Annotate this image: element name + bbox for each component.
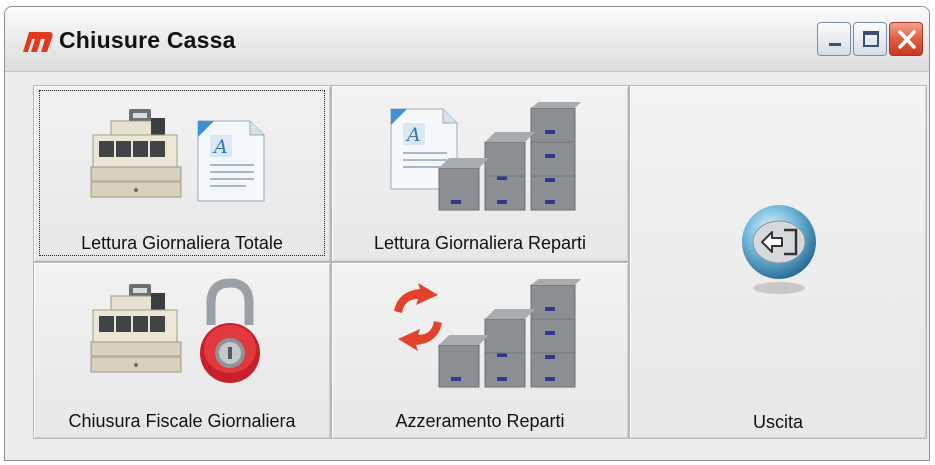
lettura-giornaliera-totale-button[interactable]: A Lettura Giornaliera Totale xyxy=(33,85,331,262)
maximize-icon xyxy=(863,31,879,47)
minimize-button[interactable] xyxy=(817,22,851,56)
chiusura-fiscale-giornaliera-button[interactable]: Chiusura Fiscale Giornaliera xyxy=(33,262,331,439)
maximize-button[interactable] xyxy=(853,22,887,56)
svg-text:A: A xyxy=(405,124,421,146)
minimize-icon xyxy=(829,43,841,46)
window-title: Chiusure Cassa xyxy=(59,27,236,53)
padlock-icon xyxy=(200,278,260,383)
button-label: Azzeramento Reparti xyxy=(395,411,565,431)
lettura-giornaliera-reparti-button[interactable]: A Lettura Giornaliera Reparti xyxy=(331,85,629,262)
uscita-button[interactable]: Uscita xyxy=(629,85,927,439)
close-icon xyxy=(898,30,916,49)
cash-register-icon xyxy=(90,284,182,373)
close-button[interactable] xyxy=(889,22,923,56)
title-bar[interactable]: Chiusure Cassa xyxy=(5,7,929,72)
dialog-window: Chiusure Cassa A Lettura Giornaliera Tot… xyxy=(4,6,930,461)
boxes-chart-icon xyxy=(438,279,581,388)
boxes-chart-icon xyxy=(438,102,581,211)
document-icon: A xyxy=(197,120,265,202)
svg-text:A: A xyxy=(212,136,228,158)
button-label: Chiusura Fiscale Giornaliera xyxy=(68,411,296,431)
cash-register-icon xyxy=(90,109,182,198)
exit-icon xyxy=(742,205,816,294)
button-label: Uscita xyxy=(752,412,803,432)
app-logo-icon xyxy=(23,32,53,52)
button-panel: A Lettura Giornaliera Totale A Lettura G… xyxy=(33,85,927,439)
button-label: Lettura Giornaliera Reparti xyxy=(373,233,587,253)
azzeramento-reparti-button[interactable]: Azzeramento Reparti xyxy=(331,262,629,439)
button-label: Lettura Giornaliera Totale xyxy=(81,233,283,253)
